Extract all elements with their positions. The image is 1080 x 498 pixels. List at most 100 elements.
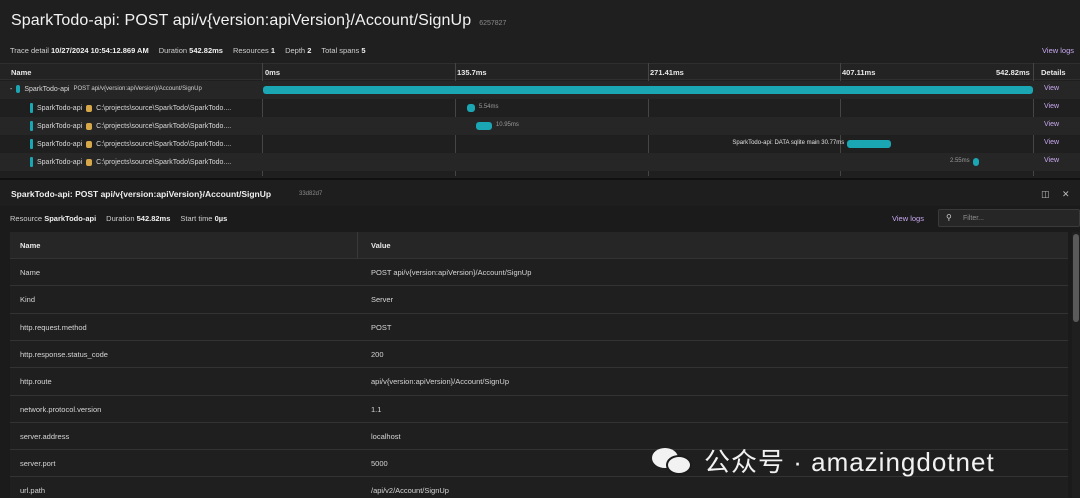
- table-row[interactable]: http.response.status_code 200: [10, 339, 1068, 367]
- view-link[interactable]: View: [1044, 103, 1059, 110]
- duration-info: Duration 542.82ms: [106, 214, 171, 223]
- trace-total-spans: Total spans 5: [321, 46, 366, 55]
- table-row[interactable]: http.request.method POST: [10, 312, 1068, 340]
- attribute-value: Server: [371, 295, 394, 305]
- attribute-name: http.request.method: [20, 322, 87, 332]
- split-view-icon[interactable]: ◫: [1041, 189, 1050, 200]
- table-row[interactable]: http.route api/v{version:apiVersion}/Acco…: [10, 367, 1068, 394]
- span-duration-label: SparkTodo-api: DATA sqlite main 30.77ms: [732, 140, 845, 146]
- trace-meta: Trace detail 10/27/2024 10:54:12.869 AM …: [10, 46, 366, 55]
- attribute-value: api/v{version:apiVersion}/Account/SignUp: [371, 377, 510, 387]
- trace-id: 6257827: [479, 20, 507, 27]
- attribute-name: network.protocol.version: [20, 404, 102, 414]
- table-row[interactable]: Kind Server: [10, 285, 1068, 312]
- attribute-name: url.path: [20, 486, 46, 496]
- span-duration-label: 10.95ms: [495, 122, 519, 128]
- span-detail-header: SparkTodo-api: POST api/v{version:apiVer…: [0, 178, 1080, 206]
- table-row[interactable]: network.protocol.version 1.1: [10, 394, 1068, 422]
- span-duration-label: 5.54ms: [478, 104, 499, 110]
- attribute-name: Kind: [20, 295, 36, 305]
- span-duration-label: 2.55ms: [949, 158, 970, 164]
- watermark: 公众号 · amazingdotnet: [652, 442, 995, 479]
- trace-resources: Resources 1: [232, 46, 276, 55]
- tick-label: 135.7ms: [457, 68, 487, 77]
- scrollbar[interactable]: [1072, 232, 1080, 498]
- trace-depth: Depth 2: [285, 46, 312, 55]
- trace-panel: SparkTodo-api: POST api/v{version:apiVer…: [0, 0, 1080, 178]
- table-row[interactable]: Name POST api/v{version:apiVersion}/Accou…: [10, 258, 1068, 285]
- service-color-icon: [16, 85, 21, 93]
- database-icon: [86, 122, 93, 130]
- span-name: SparkTodo-api C:\projects\source\SparkTo…: [30, 103, 231, 113]
- attribute-value: 200: [371, 349, 384, 359]
- span-id: 33d82d7: [299, 191, 323, 197]
- view-link[interactable]: View: [1044, 121, 1059, 128]
- tick-label: 542.82ms: [996, 68, 1030, 77]
- attribute-value: /api/v2/Account/SignUp: [371, 486, 449, 496]
- view-link[interactable]: View: [1044, 139, 1059, 146]
- close-icon[interactable]: ✕: [1062, 189, 1070, 200]
- span-name: SparkTodo-api C:\projects\source\SparkTo…: [30, 157, 231, 167]
- attribute-value: 5000: [371, 459, 388, 469]
- tick-label: 407.11ms: [842, 68, 876, 77]
- view-link[interactable]: View: [1044, 157, 1059, 164]
- name-column-header[interactable]: Name: [20, 241, 40, 250]
- database-icon: [86, 104, 93, 112]
- service-color-icon: [30, 121, 33, 131]
- span-row[interactable]: SparkTodo-api C:\projects\source\SparkTo…: [0, 153, 1080, 171]
- database-icon: [86, 158, 93, 166]
- span-bar[interactable]: [847, 140, 892, 148]
- trace-duration: Duration 542.82ms: [158, 46, 223, 55]
- search-icon: ⚲: [946, 213, 952, 222]
- tick-label: 0ms: [265, 68, 281, 77]
- filter-input[interactable]: ⚲ Filter...: [938, 209, 1080, 227]
- span-bar[interactable]: [476, 122, 492, 130]
- tick-label: 271.41ms: [650, 68, 684, 77]
- service-color-icon: [30, 103, 33, 113]
- attribute-value: POST: [371, 322, 392, 332]
- watermark-text: 公众号 · amazingdotnet: [704, 447, 995, 477]
- attribute-value: POST api/v{version:apiVersion}/Account/S…: [371, 268, 532, 277]
- trace-detail: Trace detail 10/27/2024 10:54:12.869 AM: [10, 46, 149, 55]
- span-row[interactable]: SparkTodo-api C:\projects\source\SparkTo…: [0, 117, 1080, 135]
- attribute-name: http.response.status_code: [20, 349, 108, 359]
- attribute-name: server.address: [20, 431, 70, 441]
- service-color-icon: [30, 139, 33, 149]
- page-title: SparkTodo-api: POST api/v{version:apiVer…: [11, 12, 472, 29]
- span-bar[interactable]: [466, 104, 475, 112]
- span-name: SparkTodo-api C:\projects\source\SparkTo…: [30, 121, 231, 131]
- span-row[interactable]: - SparkTodo-api POST api/v{version:apiVe…: [0, 81, 1080, 99]
- attribute-value: 1.1: [371, 404, 382, 414]
- attribute-name: http.route: [20, 377, 52, 387]
- start-time-info: Start time 0µs: [180, 214, 228, 223]
- name-column-header: Name: [11, 68, 32, 77]
- span-name: SparkTodo-api C:\projects\source\SparkTo…: [30, 139, 231, 149]
- span-detail-title: SparkTodo-api: POST api/v{version:apiVer…: [11, 189, 272, 199]
- table-header: Name Value: [10, 232, 1068, 258]
- service-color-icon: [30, 157, 33, 167]
- attribute-name: Name: [20, 268, 41, 277]
- view-link[interactable]: View: [1044, 85, 1059, 92]
- attribute-name: server.port: [20, 459, 56, 469]
- details-column-header: Details: [1041, 68, 1066, 77]
- column-resize-handle[interactable]: [357, 232, 358, 258]
- table-row[interactable]: url.path/api/v2/Account/SignUp: [10, 476, 1068, 498]
- span-name: - SparkTodo-api POST api/v{version:apiVe…: [10, 85, 202, 93]
- span-summary: Resource SparkTodo-api Duration 542.82ms…: [0, 206, 1080, 230]
- span-row[interactable]: SparkTodo-api C:\projects\source\SparkTo…: [0, 99, 1080, 117]
- span-bar[interactable]: [972, 158, 979, 166]
- scrollbar-thumb[interactable]: [1073, 234, 1079, 322]
- filter-placeholder: Filter...: [963, 215, 985, 222]
- database-icon: [86, 140, 93, 148]
- span-row[interactable]: SparkTodo-api C:\projects\source\SparkTo…: [0, 135, 1080, 153]
- resource-info: Resource SparkTodo-api: [10, 214, 97, 223]
- attribute-value: localhost: [371, 431, 401, 441]
- timeline-header: Name 0ms 135.7ms 271.41ms 407.11ms 542.8…: [0, 63, 1080, 80]
- span-bar[interactable]: [263, 86, 1033, 94]
- value-column-header[interactable]: Value: [371, 241, 391, 250]
- trace-title-row: SparkTodo-api: POST api/v{version:apiVer…: [11, 12, 506, 30]
- view-logs-link[interactable]: View logs: [892, 214, 924, 223]
- view-logs-link[interactable]: View logs: [1042, 46, 1074, 55]
- collapse-toggle[interactable]: -: [10, 86, 12, 93]
- wechat-logo-icon: [652, 446, 696, 476]
